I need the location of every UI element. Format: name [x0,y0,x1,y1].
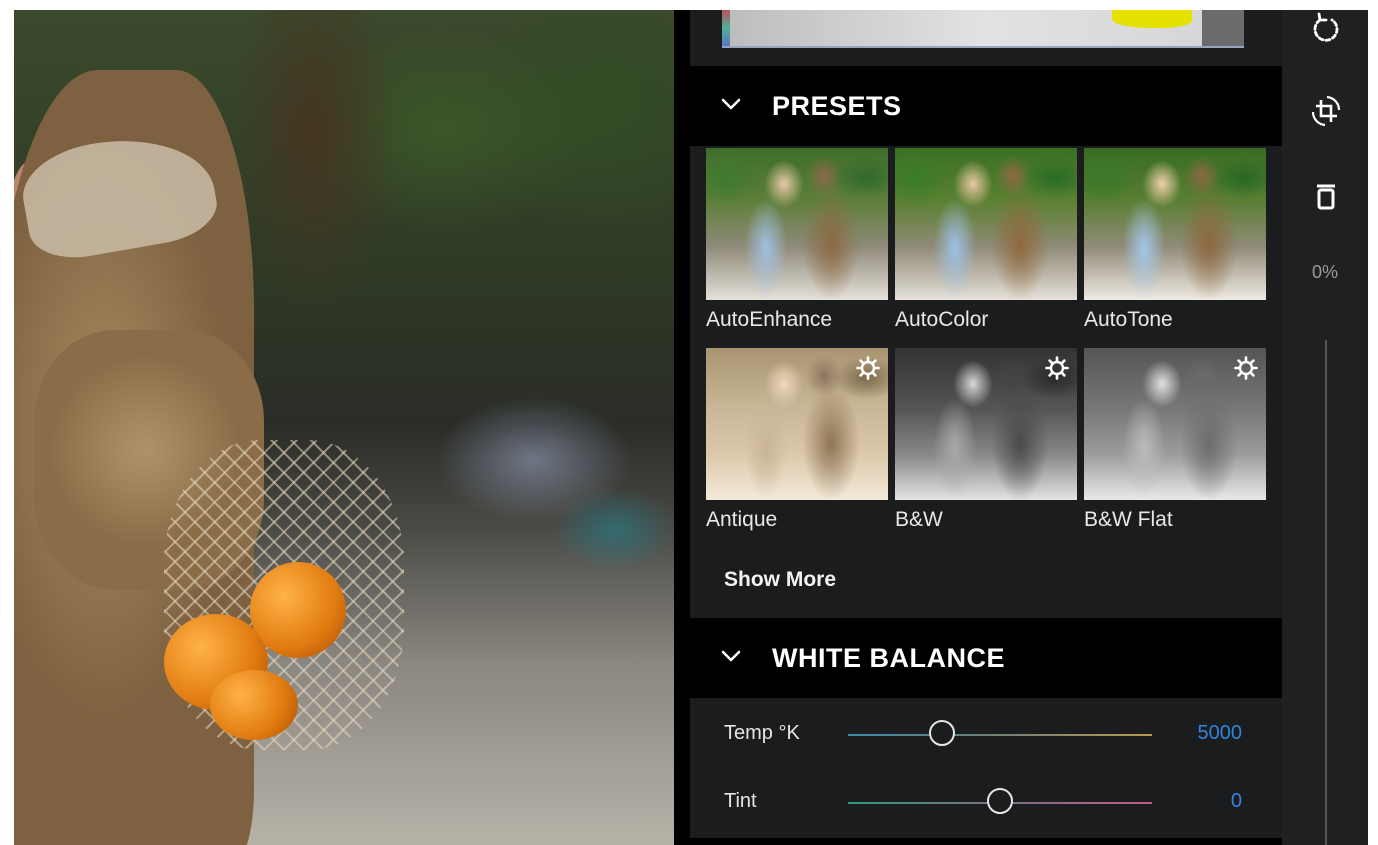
preset-thumbnail [895,148,1077,300]
preset-label: B&W Flat [1084,508,1173,531]
temp-slider-knob[interactable] [929,720,956,746]
next-section-header [690,838,1282,845]
rotate-icon[interactable] [1309,12,1343,46]
preset-thumbnail [1084,148,1266,300]
tint-value[interactable]: 0 [1231,790,1242,813]
temp-label: Temp °K [724,722,800,744]
photo-editor: PRESETS AutoEnhance AutoColor AutoTone A… [14,10,1368,845]
photo-canvas[interactable] [14,10,674,845]
preset-label: AutoColor [895,308,989,331]
white-balance-section-header[interactable]: WHITE BALANCE [690,618,1282,698]
right-toolbar: 0% [1282,10,1368,845]
trash-icon[interactable] [1309,180,1343,214]
tint-row: Tint 0 [690,778,1282,828]
photo-orange [210,670,298,740]
histogram-edge [722,10,730,46]
presets-section-header[interactable]: PRESETS [690,66,1282,146]
preset-thumbnail [895,348,1077,500]
adjustments-panel: PRESETS AutoEnhance AutoColor AutoTone A… [690,10,1282,845]
preset-thumbnail [706,148,888,300]
preset-thumbnail [706,348,888,500]
gear-icon[interactable] [1045,356,1069,380]
tint-label: Tint [724,790,757,812]
preset-autocolor[interactable]: AutoColor [895,148,1077,331]
temp-value[interactable]: 5000 [1198,722,1243,745]
preset-antique[interactable]: Antique [706,348,888,531]
gear-icon[interactable] [856,356,880,380]
preset-label: AutoEnhance [706,308,833,331]
show-more-link[interactable]: Show More [724,568,836,592]
preset-label: AutoTone [1084,308,1173,331]
crop-rotate-icon[interactable] [1309,94,1343,128]
preset-label: B&W [895,508,943,531]
chevron-down-icon [721,650,741,662]
presets-title: PRESETS [772,90,902,121]
gear-icon[interactable] [1234,356,1258,380]
preset-autotone[interactable]: AutoTone [1084,148,1266,331]
preset-autoenhance[interactable]: AutoEnhance [706,148,888,331]
chevron-down-icon [721,98,741,110]
white-balance-title: WHITE BALANCE [772,642,1005,673]
preset-label: Antique [706,508,778,531]
temp-slider-track[interactable] [848,734,1152,736]
zoom-slider-track[interactable] [1325,340,1327,845]
histogram-end [1202,10,1244,46]
preset-bw-flat[interactable]: B&W Flat [1084,348,1266,531]
histogram [722,10,1244,48]
tint-slider-knob[interactable] [987,788,1013,814]
preset-bw[interactable]: B&W [895,348,1077,531]
temp-row: Temp °K 5000 [690,710,1282,760]
histogram-peak [1112,10,1192,28]
preset-thumbnail [1084,348,1266,500]
zoom-level: 0% [1311,262,1338,282]
